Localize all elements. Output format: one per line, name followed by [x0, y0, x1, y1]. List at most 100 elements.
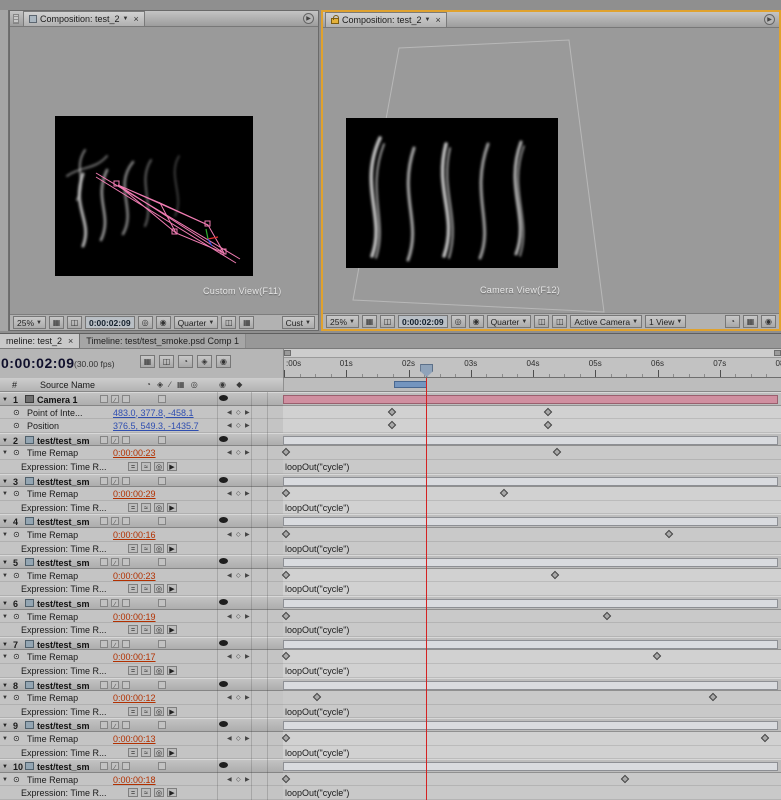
layer-switch[interactable]: ∕: [111, 436, 119, 444]
expression-graph-button[interactable]: ≈: [141, 707, 151, 716]
show-snapshot-button[interactable]: ◉: [156, 316, 171, 329]
property-track[interactable]: [283, 650, 781, 664]
stopwatch-icon[interactable]: ⊙: [13, 775, 20, 785]
expression-menu-button[interactable]: ▶: [167, 544, 177, 553]
keyframe-nav-prev[interactable]: ◀: [227, 489, 232, 499]
twirl-arrow[interactable]: ▼: [2, 681, 8, 691]
panel-menu-button[interactable]: ▶: [303, 13, 314, 24]
twirl-arrow[interactable]: ▼: [2, 652, 8, 662]
layer-duration-bar[interactable]: [283, 640, 778, 649]
keyframe-diamond[interactable]: [282, 775, 290, 783]
twirl-arrow[interactable]: ▼: [2, 517, 8, 527]
keyframe-diamond[interactable]: [543, 407, 551, 415]
layer-switch[interactable]: ∕: [111, 395, 119, 403]
expression-row[interactable]: Expression: Time R...=≈◎▶: [0, 582, 283, 596]
expression-menu-button[interactable]: ▶: [167, 666, 177, 675]
layer-track[interactable]: [283, 392, 781, 406]
view-layout-dropdown[interactable]: 1 View▼: [645, 315, 686, 328]
layer-switch[interactable]: ∕: [111, 477, 119, 485]
expression-enable-button[interactable]: =: [128, 584, 138, 593]
expression-row[interactable]: Expression: Time R...=≈◎▶: [0, 705, 283, 719]
expression-track[interactable]: loopOut("cycle"): [283, 582, 781, 596]
motion-blur-button[interactable]: ◉: [216, 355, 231, 368]
stopwatch-icon[interactable]: ⊙: [13, 421, 20, 431]
property-row[interactable]: ▼⊙Time Remap0:00:00:18◀◇▶: [0, 773, 283, 787]
expression-track[interactable]: loopOut("cycle"): [283, 664, 781, 678]
visibility-toggle[interactable]: [219, 762, 228, 768]
layer-switch[interactable]: [100, 395, 108, 403]
expression-pickwhip-icon[interactable]: ◎: [154, 584, 164, 593]
layer-switch[interactable]: ∕: [111, 517, 119, 525]
mask-visibility-button[interactable]: ◫: [67, 316, 82, 329]
layer-switch[interactable]: [122, 517, 130, 525]
layer-row[interactable]: ▼10test/test_sm∕: [0, 759, 283, 773]
expression-menu-button[interactable]: ▶: [167, 584, 177, 593]
layer-switch[interactable]: [122, 640, 130, 648]
layer-switch[interactable]: [122, 762, 130, 770]
column-header-number[interactable]: #: [12, 380, 17, 390]
column-header-source-name[interactable]: Source Name: [40, 380, 95, 390]
property-row[interactable]: ⊙Point of Inte...483.0, 377.8, -458.1◀◇▶: [0, 406, 283, 420]
expression-pickwhip-icon[interactable]: ◎: [154, 788, 164, 797]
layer-switch[interactable]: [158, 477, 166, 485]
layer-name[interactable]: test/test_sm: [37, 436, 101, 446]
layer-switch[interactable]: [158, 436, 166, 444]
expression-menu-button[interactable]: ▶: [167, 625, 177, 634]
stopwatch-icon[interactable]: ⊙: [13, 652, 20, 662]
expression-track[interactable]: loopOut("cycle"): [283, 623, 781, 637]
property-value[interactable]: 0:00:00:29: [113, 489, 156, 499]
keyframe-diamond[interactable]: [388, 421, 396, 429]
layer-duration-bar[interactable]: [283, 681, 778, 690]
keyframe-diamond[interactable]: [282, 448, 290, 456]
layer-track[interactable]: [283, 678, 781, 692]
keyframe-nav-prev[interactable]: ◀: [227, 448, 232, 458]
property-row[interactable]: ▼⊙Time Remap0:00:00:23◀◇▶: [0, 446, 283, 460]
keyframe-nav-prev[interactable]: ◀: [227, 775, 232, 785]
visibility-toggle[interactable]: [219, 517, 228, 523]
twirl-arrow[interactable]: ▼: [2, 489, 8, 499]
expression-graph-button[interactable]: ≈: [141, 748, 151, 757]
layer-switch[interactable]: [158, 395, 166, 403]
property-row[interactable]: ▼⊙Time Remap0:00:00:23◀◇▶: [0, 569, 283, 583]
property-row[interactable]: ▼⊙Time Remap0:00:00:12◀◇▶: [0, 691, 283, 705]
layer-track[interactable]: [283, 433, 781, 447]
layer-track[interactable]: [283, 555, 781, 569]
keyframe-nav-next[interactable]: ▶: [245, 489, 250, 499]
expression-graph-button[interactable]: ≈: [141, 544, 151, 553]
expression-track[interactable]: loopOut("cycle"): [283, 705, 781, 719]
twirl-arrow[interactable]: ▼: [2, 530, 8, 540]
time-ruler[interactable]: :00s01s02s03s04s05s06s07s08s: [283, 349, 781, 378]
keyframe-nav-next[interactable]: ▶: [245, 421, 250, 431]
reset-exposure-button[interactable]: ◉: [761, 315, 776, 328]
keyframe-toggle[interactable]: ◇: [236, 612, 241, 622]
layer-switch[interactable]: [100, 558, 108, 566]
keyframe-toggle[interactable]: ◇: [236, 408, 241, 418]
keyframe-nav-prev[interactable]: ◀: [227, 693, 232, 703]
keyframe-nav-prev[interactable]: ◀: [227, 612, 232, 622]
keyframe-diamond[interactable]: [388, 407, 396, 415]
viewer-timecode[interactable]: 0:00:02:09: [85, 316, 135, 329]
keyframe-nav-next[interactable]: ▶: [245, 571, 250, 581]
layer-switch[interactable]: [158, 640, 166, 648]
expression-graph-button[interactable]: ≈: [141, 503, 151, 512]
keyframe-toggle[interactable]: ◇: [236, 530, 241, 540]
keyframe-toggle[interactable]: ◇: [236, 775, 241, 785]
keyframe-diamond[interactable]: [282, 652, 290, 660]
layer-name[interactable]: test/test_sm: [37, 721, 101, 731]
stopwatch-icon[interactable]: ⊙: [13, 734, 20, 744]
twirl-arrow[interactable]: ▼: [2, 477, 8, 487]
keyframe-diamond[interactable]: [621, 775, 629, 783]
region-of-interest-button[interactable]: ◫: [221, 316, 236, 329]
comp-mini-flowchart-button[interactable]: ▦: [140, 355, 155, 368]
keyframe-nav-next[interactable]: ▶: [245, 693, 250, 703]
visibility-toggle[interactable]: [219, 599, 228, 605]
expression-track[interactable]: loopOut("cycle"): [283, 746, 781, 760]
property-value[interactable]: 0:00:00:23: [113, 448, 156, 458]
twirl-arrow[interactable]: ▼: [2, 448, 8, 458]
property-value[interactable]: 483.0, 377.8, -458.1: [113, 408, 194, 418]
twirl-arrow[interactable]: ▼: [2, 395, 8, 405]
property-value[interactable]: 0:00:00:23: [113, 571, 156, 581]
property-row[interactable]: ▼⊙Time Remap0:00:00:17◀◇▶: [0, 650, 283, 664]
grid-guides-button[interactable]: ▦: [362, 315, 377, 328]
tab-close-icon[interactable]: ×: [436, 15, 441, 25]
